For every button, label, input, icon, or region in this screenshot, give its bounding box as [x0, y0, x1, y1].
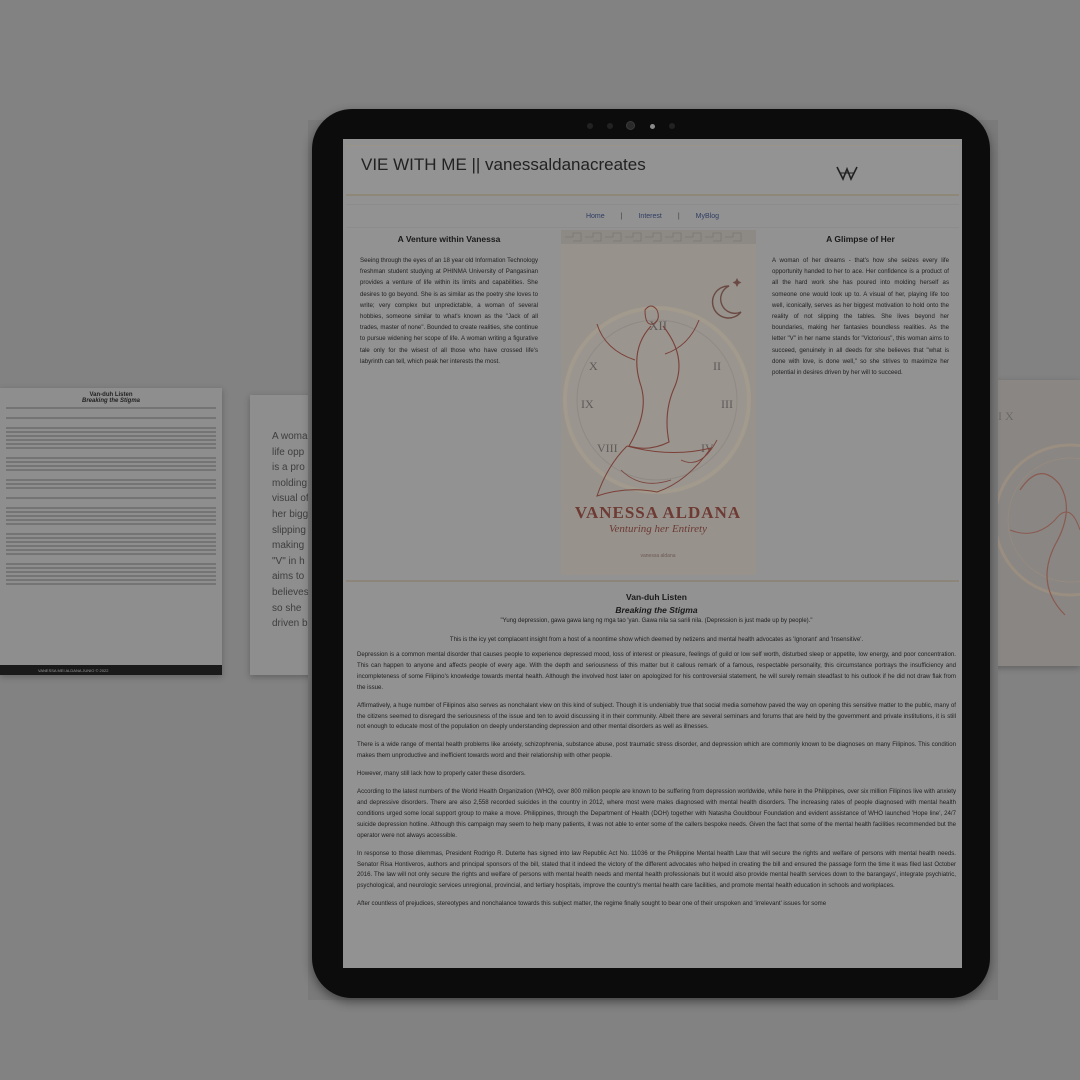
- cover-artwork: XII II III X IX VIII IV VANESSA ALDANA V…: [561, 230, 756, 575]
- venture-text: Seeing through the eyes of an 18 year ol…: [360, 257, 538, 365]
- svg-text:XII: XII: [649, 318, 667, 333]
- glimpse-section: A Glimpse of Her A woman of her dreams -…: [756, 228, 959, 580]
- article-subtitle: Breaking the Stigma: [615, 605, 698, 615]
- sensor-dot-icon: [587, 123, 593, 129]
- blog-article: Van-duh Listen Breaking the Stigma "Yung…: [343, 582, 962, 910]
- site-header: VIE WITH ME || vanessaldanacreates: [346, 145, 959, 196]
- tablet-screen: VIE WITH ME || vanessaldanacreates Home …: [343, 139, 962, 968]
- svg-text:III: III: [721, 397, 733, 411]
- venture-section: A Venture within Vanessa Seeing through …: [346, 228, 556, 580]
- site-navigation: Home | Interest | MyBlog: [346, 204, 959, 228]
- article-title: Van-duh Listen: [626, 592, 687, 602]
- tablet-camera-bar: [587, 120, 687, 132]
- glimpse-heading: A Glimpse of Her: [826, 234, 895, 244]
- article-paragraph: There is a wide range of mental health p…: [357, 741, 956, 760]
- svg-text:I X: I X: [998, 409, 1014, 423]
- nav-link-myblog[interactable]: MyBlog: [680, 213, 735, 220]
- background-artwork-illustration: I X: [993, 409, 1080, 616]
- svg-text:II: II: [713, 359, 721, 373]
- cover-illustration: XII II III X IX VIII IV VANESSA ALDANA V…: [561, 230, 756, 559]
- article-paragraph: Depression is a common mental disorder t…: [357, 651, 956, 691]
- nav-link-interest[interactable]: Interest: [622, 213, 677, 220]
- article-paragraph: Affirmatively, a huge number of Filipino…: [357, 701, 956, 731]
- cover-small-text: vanessa aldana: [640, 553, 675, 559]
- cover-tagline: Venturing her Entirety: [609, 523, 707, 535]
- background-artwork-mockup: I X: [990, 380, 1080, 666]
- svg-text:VIII: VIII: [597, 441, 618, 455]
- article-paragraph: After countless of prejudices, stereotyp…: [357, 900, 827, 908]
- background-doc-subtitle: Breaking the Stigma: [81, 398, 140, 404]
- venture-heading: A Venture within Vanessa: [397, 234, 501, 244]
- svg-text:X: X: [589, 359, 598, 373]
- site-title: VIE WITH ME || vanessaldanacreates: [361, 155, 646, 174]
- sensor-dot-icon: [669, 123, 675, 129]
- cover-name: VANESSA ALDANA: [575, 503, 741, 522]
- svg-text:IX: IX: [581, 397, 594, 411]
- camera-icon: [626, 121, 635, 130]
- nav-link-home[interactable]: Home: [570, 213, 621, 220]
- sensor-dot-icon: [607, 123, 613, 129]
- article-quote: "Yung depression, gawa gawa lang ng mga …: [500, 618, 813, 624]
- article-paragraph: In response to those dilemmas, President…: [357, 849, 956, 890]
- article-paragraph: However, many still lack how to properly…: [357, 770, 526, 778]
- background-document-mockup: Van-duh Listen Breaking the Stigma VANES…: [0, 388, 222, 675]
- article-paragraph: According to the latest numbers of the W…: [357, 788, 956, 839]
- background-doc-text-lines: [6, 407, 216, 585]
- camera-led-icon: [650, 124, 655, 129]
- background-doc-footer: VANESSA MEI ALDANA JUNIO © 2022: [0, 665, 222, 675]
- intro-columns: A Venture within Vanessa Seeing through …: [346, 228, 959, 582]
- vanessa-monogram-logo-icon[interactable]: [835, 163, 859, 183]
- cover-column: XII II III X IX VIII IV VANESSA ALDANA V…: [556, 228, 756, 580]
- article-intro: This is the icy yet complacent insight f…: [449, 637, 864, 643]
- glimpse-text: A woman of her dreams - that's how she s…: [772, 257, 949, 377]
